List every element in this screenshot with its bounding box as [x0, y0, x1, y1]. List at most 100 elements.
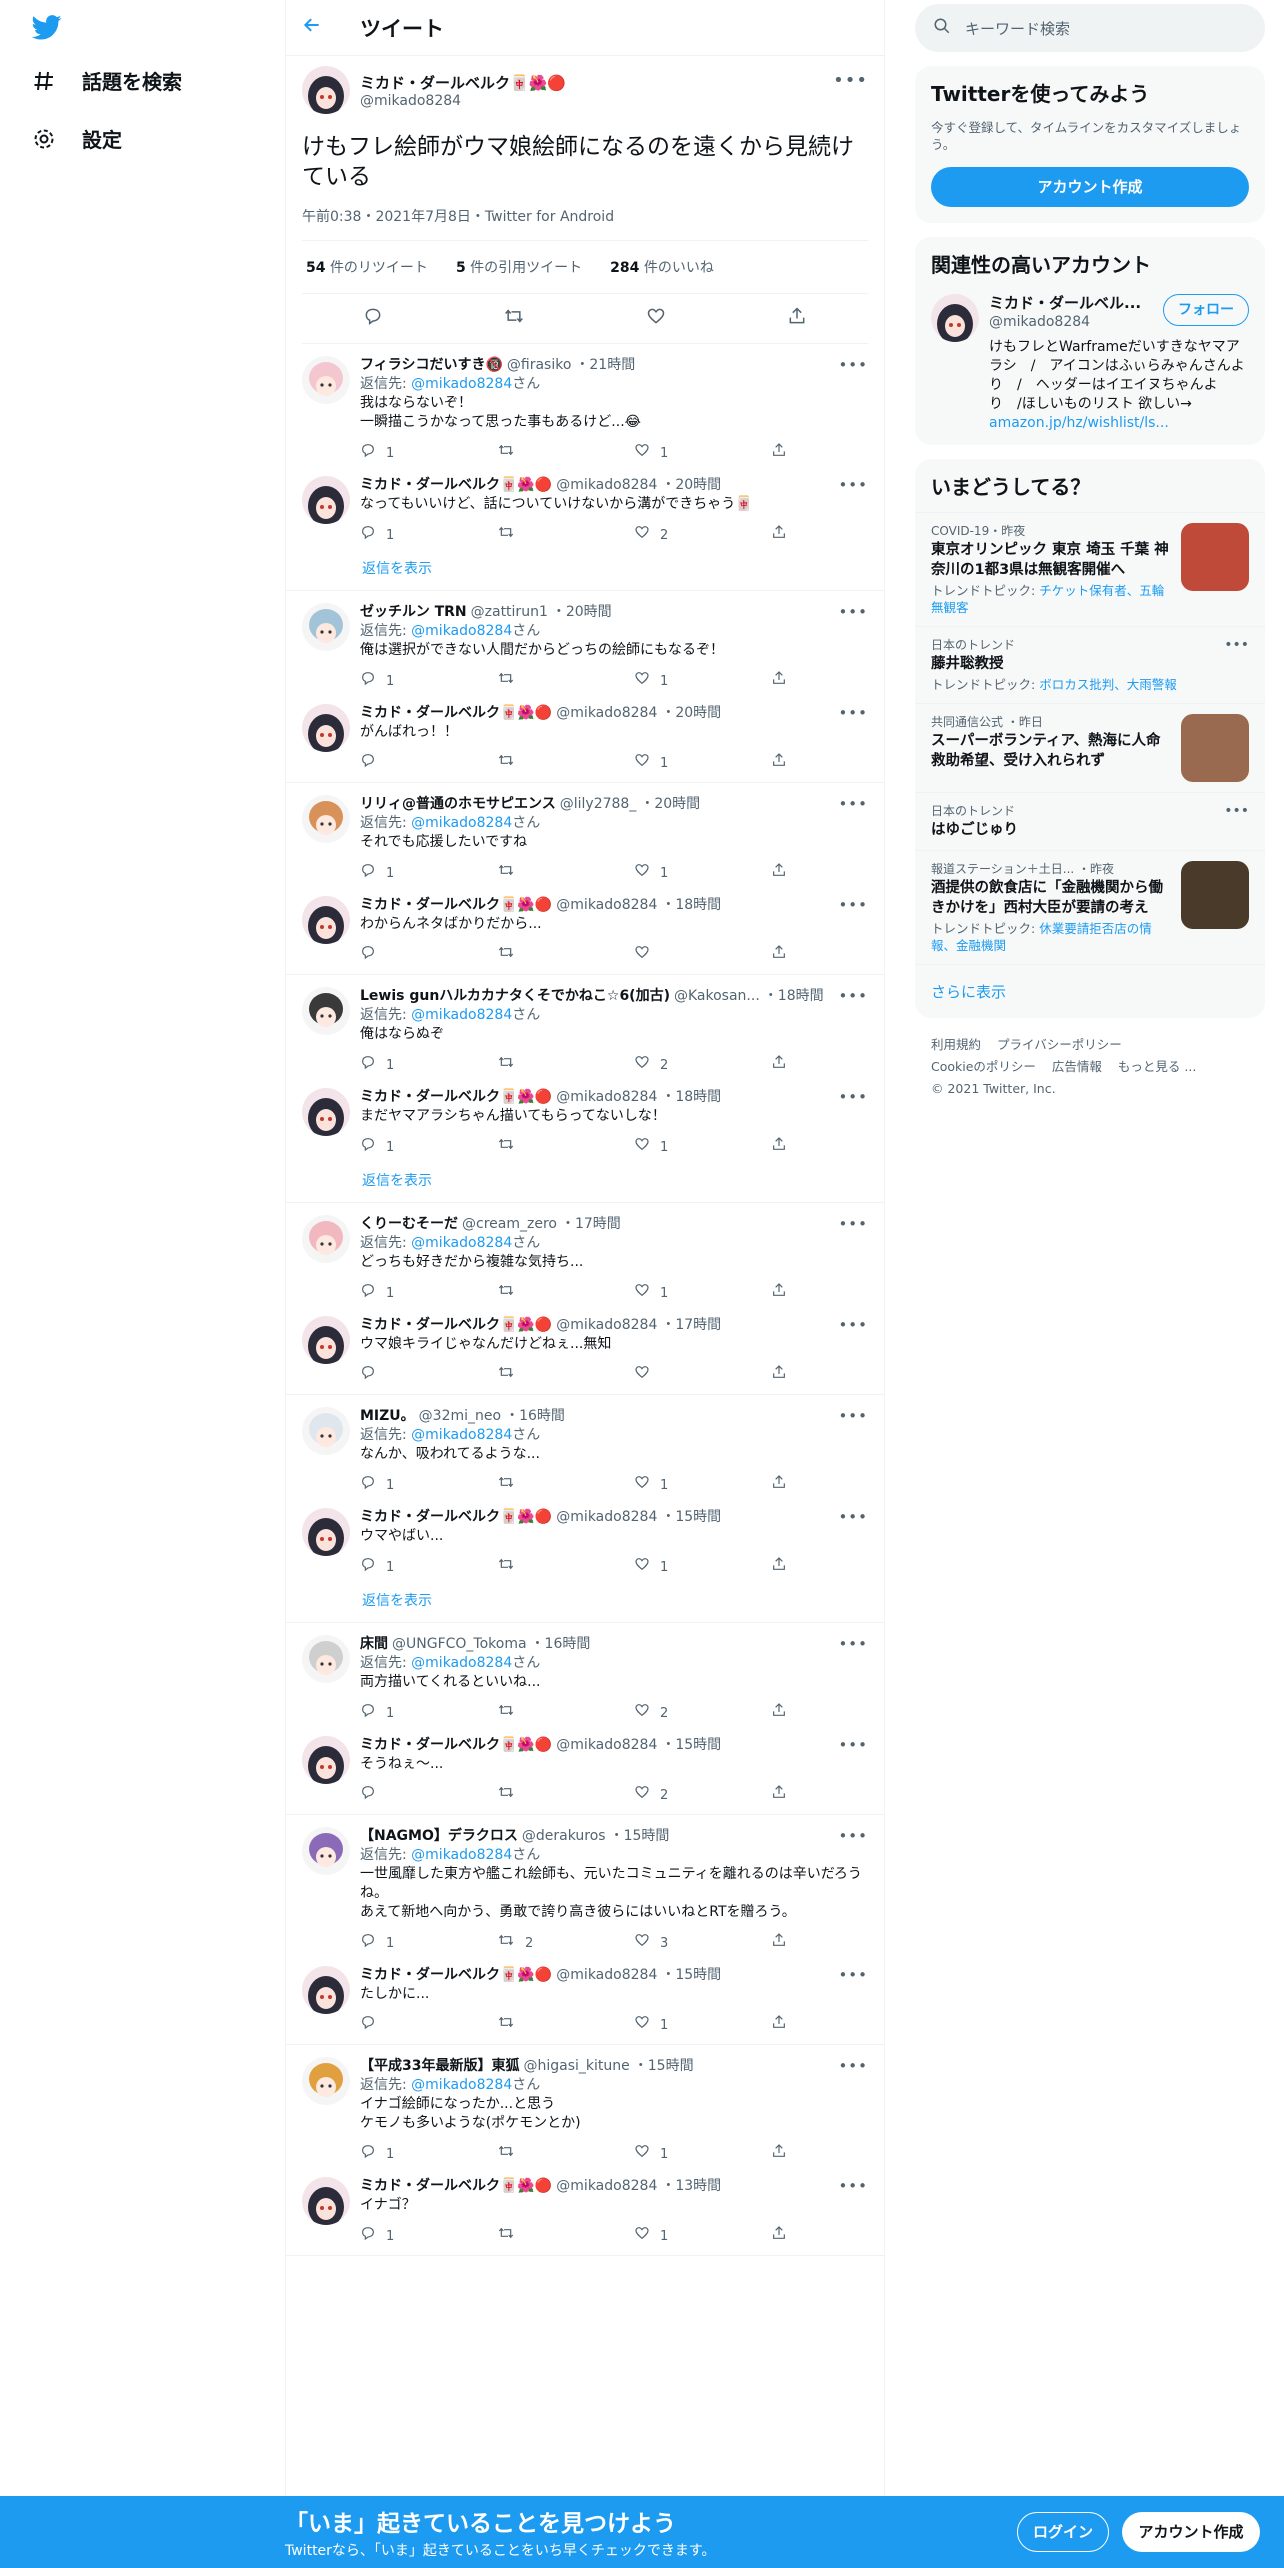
more-icon[interactable]: ••• — [838, 2057, 868, 2076]
reply-button[interactable]: 1 — [360, 670, 497, 692]
reply-tweet[interactable]: 【平成33年最新版】東狐 @higasi_kitune ・15時間 ••• 返信先: @… — [286, 2053, 884, 2173]
tweet-time[interactable]: ・18時間 — [661, 896, 721, 915]
trend-item[interactable]: 日本のトレンド はゆごじゅり ••• — [915, 792, 1265, 850]
share-button[interactable] — [771, 1556, 787, 1578]
tweet-time[interactable]: ・16時間 — [531, 1635, 591, 1654]
more-icon[interactable]: ••• — [838, 1966, 868, 1985]
retweet-button[interactable] — [497, 752, 634, 774]
reply-tweet[interactable]: Lewis gunハルカカナタくそでかねこ☆6(加古) @Kakosan... ・1… — [286, 983, 884, 1084]
search-input[interactable]: キーワード検索 — [965, 18, 1070, 39]
like-button[interactable]: 1 — [634, 2143, 771, 2165]
tweet-author-name[interactable]: 床間 — [360, 1635, 388, 1654]
tweet-author-name[interactable]: Lewis gunハルカカナタくそでかねこ☆6(加古) — [360, 987, 670, 1006]
reply-tweet[interactable]: ミカド・ダールベルク🀄🌺🔴 @mikado8284 ・18時間 ••• まだヤマアラシち… — [286, 1084, 884, 1166]
tweet-time[interactable]: ・15時間 — [661, 1966, 721, 1985]
reply-button[interactable] — [360, 1784, 497, 1806]
retweet-button[interactable] — [497, 442, 634, 464]
share-button[interactable] — [771, 1784, 787, 1806]
more-icon[interactable]: ••• — [838, 356, 868, 375]
avatar[interactable] — [302, 795, 350, 843]
share-button[interactable] — [771, 1702, 787, 1724]
tweet-author-handle[interactable]: @mikado8284 — [556, 2177, 657, 2196]
reply-to-link[interactable]: @mikado8284 — [411, 815, 512, 831]
more-icon[interactable]: ••• — [838, 896, 868, 915]
search-box[interactable]: キーワード検索 — [915, 4, 1265, 52]
avatar[interactable] — [931, 294, 979, 342]
reply-to-link[interactable]: @mikado8284 — [411, 1235, 512, 1251]
retweet-button[interactable] — [497, 862, 634, 884]
reply-button[interactable]: 1 — [360, 1282, 497, 1304]
share-button[interactable] — [771, 944, 787, 966]
reply-tweet[interactable]: ミカド・ダールベルク🀄🌺🔴 @mikado8284 ・15時間 ••• そうねぇ〜...… — [286, 1732, 884, 1814]
tweet-time[interactable]: ・18時間 — [661, 1088, 721, 1107]
tweet-author-name[interactable]: ミカド・ダールベルク🀄🌺🔴 — [360, 1316, 552, 1335]
quote-count[interactable]: 5 件の引用ツイート — [456, 257, 582, 277]
related-account[interactable]: ミカド・ダールベル... @mikado8284 フォロー けもフレとWarfr… — [915, 290, 1265, 445]
reply-button[interactable]: 1 — [360, 524, 497, 546]
tweet-author-name[interactable]: くりーむそーだ — [360, 1215, 458, 1234]
more-icon[interactable]: ••• — [838, 1827, 868, 1846]
back-arrow-icon[interactable] — [302, 15, 332, 41]
tweet-time[interactable]: ・15時間 — [661, 1736, 721, 1755]
avatar[interactable] — [302, 1316, 350, 1364]
retweet-button[interactable]: 2 — [497, 1932, 634, 1954]
reply-button[interactable]: 1 — [360, 1556, 497, 1578]
reply-to-link[interactable]: @mikado8284 — [411, 1847, 512, 1863]
retweet-button[interactable] — [497, 524, 634, 546]
reply-to-link[interactable]: @mikado8284 — [411, 1427, 512, 1443]
tweet-author-handle[interactable]: @mikado8284 — [556, 896, 657, 915]
more-icon[interactable]: ••• — [833, 70, 868, 91]
retweet-icon[interactable] — [499, 306, 529, 331]
like-button[interactable]: 1 — [634, 2225, 771, 2247]
like-button[interactable]: 1 — [634, 1556, 771, 1578]
tweet-author-handle[interactable]: @mikado8284 — [556, 704, 657, 723]
like-button[interactable]: 1 — [634, 1282, 771, 1304]
more-icon[interactable]: ••• — [838, 704, 868, 723]
tweet-time[interactable]: ・18時間 — [764, 987, 824, 1006]
tweet-time[interactable]: ・20時間 — [552, 603, 612, 622]
avatar[interactable] — [302, 603, 350, 651]
more-icon[interactable]: ••• — [838, 795, 868, 814]
retweet-button[interactable] — [497, 2225, 634, 2247]
reply-button[interactable] — [360, 2014, 497, 2036]
avatar[interactable] — [302, 1827, 350, 1875]
retweet-button[interactable] — [497, 1364, 634, 1386]
like-button[interactable] — [634, 944, 771, 966]
reply-button[interactable]: 1 — [360, 2225, 497, 2247]
footer-privacy[interactable]: プライバシーポリシー — [997, 1037, 1122, 1052]
tweet-author-name[interactable]: ミカド・ダールベルク🀄🌺🔴 — [360, 1088, 552, 1107]
trend-item[interactable]: 日本のトレンド 藤井聡教授 トレンドトピック: ボロカス批判、大雨警報 ••• — [915, 626, 1265, 703]
retweet-button[interactable] — [497, 1136, 634, 1158]
tweet-author-handle[interactable]: @lily2788_ — [560, 795, 637, 814]
tweet-time[interactable]: ・20時間 — [661, 704, 721, 723]
reply-tweet[interactable]: ミカド・ダールベルク🀄🌺🔴 @mikado8284 ・20時間 ••• なってもいいけど… — [286, 472, 884, 554]
tweet-author-handle[interactable]: @mikado8284 — [556, 1316, 657, 1335]
reply-button[interactable]: 1 — [360, 2143, 497, 2165]
like-button[interactable]: 1 — [634, 752, 771, 774]
author-name[interactable]: ミカド・ダールベルク🀄🌺🔴 — [360, 72, 566, 93]
tweet-author-handle[interactable]: @Kakosan... — [674, 987, 760, 1006]
reply-tweet[interactable]: ミカド・ダールベルク🀄🌺🔴 @mikado8284 ・13時間 ••• イナゴ？ 1 1 — [286, 2173, 884, 2255]
show-replies-link[interactable]: 返信を表示 — [286, 1166, 884, 1202]
tweet-author-handle[interactable]: @higasi_kitune — [523, 2057, 629, 2076]
tweet-time[interactable]: ・17時間 — [661, 1316, 721, 1335]
more-icon[interactable]: ••• — [838, 1407, 868, 1426]
more-icon[interactable]: ••• — [838, 1215, 868, 1234]
more-icon[interactable]: ••• — [838, 1736, 868, 1755]
reply-tweet[interactable]: ミカド・ダールベルク🀄🌺🔴 @mikado8284 ・15時間 ••• ウマやばい...… — [286, 1504, 884, 1586]
login-button[interactable]: ログイン — [1017, 2512, 1109, 2552]
trend-item[interactable]: 報道ステーション＋土日... ・昨夜 酒提供の飲食店に「金融機関から働きかけを」西… — [915, 850, 1265, 964]
like-count[interactable]: 284 件のいいね — [610, 257, 714, 277]
footer-terms[interactable]: 利用規約 — [931, 1037, 981, 1052]
like-button[interactable]: 1 — [634, 862, 771, 884]
related-name[interactable]: ミカド・ダールベル... — [989, 294, 1141, 313]
like-button[interactable]: 2 — [634, 1784, 771, 1806]
avatar[interactable] — [302, 1215, 350, 1263]
like-button[interactable]: 2 — [634, 1702, 771, 1724]
share-button[interactable] — [771, 1054, 787, 1076]
like-button[interactable]: 2 — [634, 524, 771, 546]
share-button[interactable] — [771, 1364, 787, 1386]
tweet-time[interactable]: ・17時間 — [561, 1215, 621, 1234]
tweet-author-handle[interactable]: @zattirun1 — [471, 603, 548, 622]
share-button[interactable] — [771, 524, 787, 546]
